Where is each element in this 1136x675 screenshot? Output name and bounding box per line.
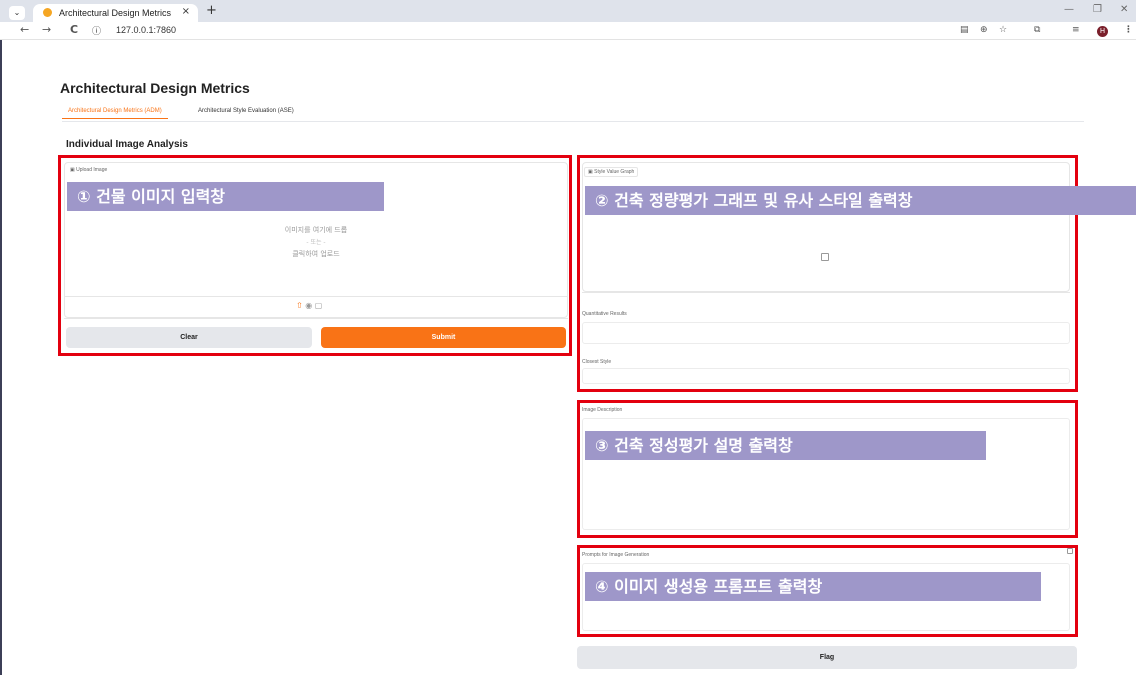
forward-icon[interactable]: →: [42, 23, 51, 36]
section-title: Individual Image Analysis: [66, 139, 188, 150]
address-bar[interactable]: ⓘ 127.0.0.1:7860: [92, 23, 932, 39]
browser-chrome: ⌄ Architectural Design Metrics × + — ❐ ✕…: [0, 0, 1136, 40]
new-tab-icon[interactable]: +: [206, 3, 217, 18]
browser-tab[interactable]: Architectural Design Metrics ×: [33, 4, 198, 22]
reload-icon[interactable]: C: [70, 23, 78, 36]
restore-icon[interactable]: ❐: [1093, 4, 1102, 15]
annotation-label-3: ③ 건축 정성평가 설명 출력창: [585, 431, 986, 460]
annotation-label-1: ① 건물 이미지 입력창: [67, 182, 384, 211]
window-close-icon[interactable]: ✕: [1120, 4, 1128, 15]
tab-ase[interactable]: Architectural Style Evaluation (ASE): [198, 108, 294, 114]
zoom-icon[interactable]: ⊕: [980, 25, 988, 35]
reading-list-icon[interactable]: ≡: [1072, 25, 1080, 35]
browser-toolbar: ← → C ⓘ 127.0.0.1:7860 ▤ ⊕ ☆ ⧉ ≡ ⋮: [0, 22, 1136, 40]
tab-adm[interactable]: Architectural Design Metrics (ADM): [62, 108, 168, 119]
browser-menu-icon[interactable]: ⋮: [1124, 25, 1133, 35]
translate-icon[interactable]: ▤: [960, 25, 969, 35]
browser-tab-title: Architectural Design Metrics: [59, 8, 172, 18]
back-icon[interactable]: ←: [20, 23, 29, 36]
annotation-label-4: ④ 이미지 생성용 프롬프트 출력창: [585, 572, 1041, 601]
tab-strip: ⌄ Architectural Design Metrics × + — ❐ ✕: [0, 0, 1136, 22]
url-text: 127.0.0.1:7860: [116, 25, 177, 35]
extensions-icon[interactable]: ⧉: [1034, 25, 1040, 35]
bookmark-star-icon[interactable]: ☆: [999, 25, 1007, 35]
close-tab-icon[interactable]: ×: [182, 6, 190, 17]
minimize-icon[interactable]: —: [1064, 4, 1074, 15]
annotation-label-2: ② 건축 정량평가 그래프 및 유사 스타일 출력창: [585, 186, 1136, 215]
page-title: Architectural Design Metrics: [60, 80, 250, 96]
profile-avatar[interactable]: H: [1097, 26, 1108, 37]
site-info-icon[interactable]: ⓘ: [92, 24, 101, 37]
flag-button[interactable]: Flag: [577, 646, 1077, 669]
app-tabs: Architectural Design Metrics (ADM) Archi…: [62, 104, 1084, 122]
annotation-box-3: [577, 400, 1078, 538]
tab-search-chevron-icon[interactable]: ⌄: [9, 6, 25, 20]
favicon-icon: [43, 8, 52, 17]
